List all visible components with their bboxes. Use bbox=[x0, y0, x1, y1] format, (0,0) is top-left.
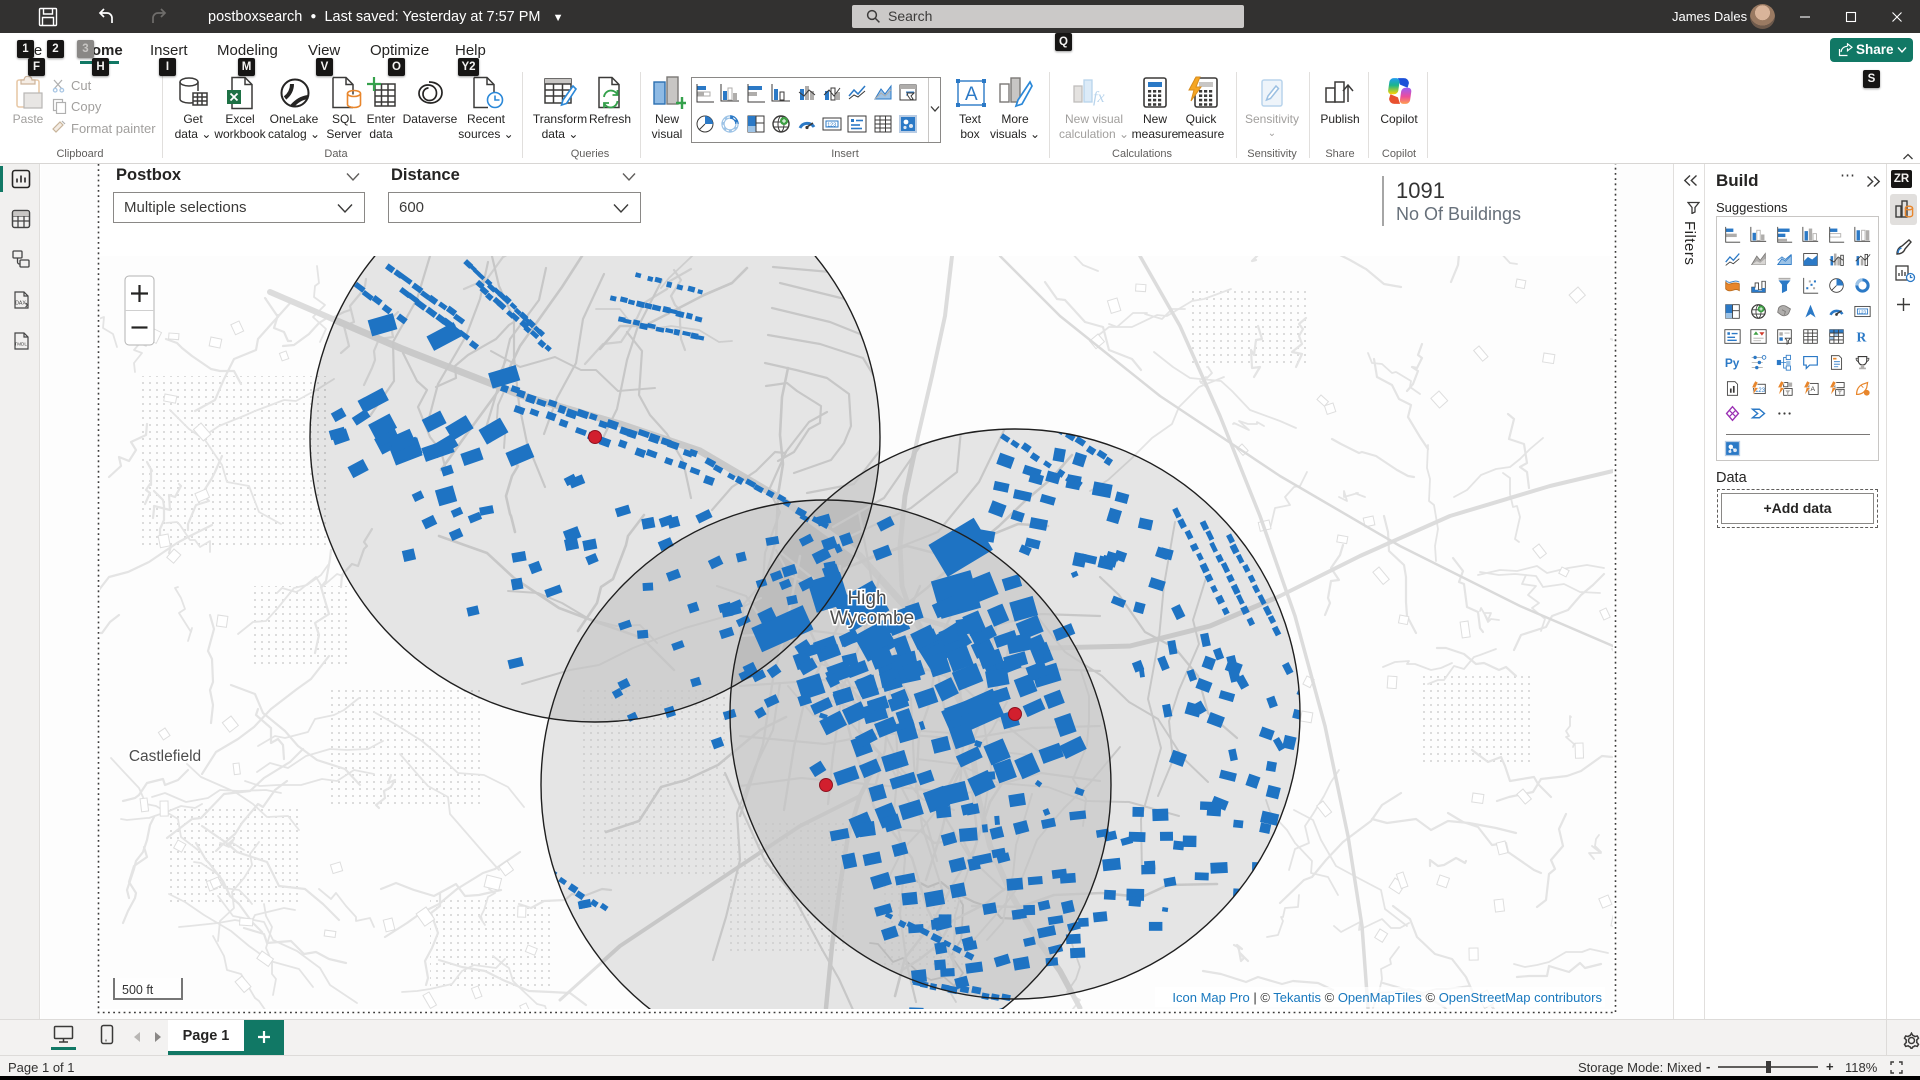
svg-text:Wycombe: Wycombe bbox=[830, 608, 914, 629]
svg-text:Py: Py bbox=[1725, 356, 1740, 370]
svg-text:fx: fx bbox=[1093, 89, 1105, 106]
svg-text:High: High bbox=[847, 588, 886, 609]
svg-text:DAX: DAX bbox=[15, 301, 26, 307]
svg-text:Icon Map Pro | © Tekantis © Op: Icon Map Pro | © Tekantis © OpenMapTiles… bbox=[1172, 990, 1602, 1005]
svg-text:123: 123 bbox=[1858, 310, 1866, 315]
svg-text:A: A bbox=[1811, 386, 1816, 393]
svg-text:A: A bbox=[965, 84, 978, 105]
svg-text:123: 123 bbox=[827, 122, 836, 128]
svg-text:R: R bbox=[1857, 330, 1867, 345]
svg-text:Castlefield: Castlefield bbox=[129, 748, 201, 765]
svg-text:TMDL: TMDL bbox=[14, 342, 27, 347]
svg-text:500 ft: 500 ft bbox=[122, 983, 154, 997]
